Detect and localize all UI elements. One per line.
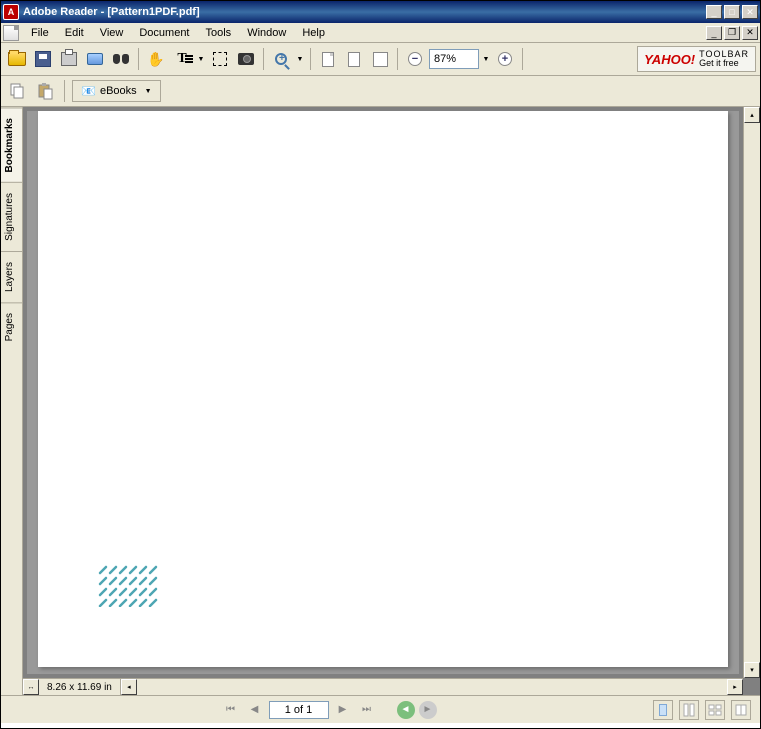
yahoo-logo-icon: YAHOO! <box>644 52 695 67</box>
page-number-input[interactable] <box>269 701 329 719</box>
scroll-down-button[interactable]: ▾ <box>744 662 760 678</box>
menu-document[interactable]: Document <box>131 25 197 41</box>
content-area: Bookmarks Signatures Layers Pages <box>1 107 760 695</box>
close-button[interactable]: ✕ <box>742 5 758 19</box>
dimensions-toggle[interactable]: ↔ <box>23 679 39 695</box>
tab-layers[interactable]: Layers <box>1 251 22 302</box>
open-button[interactable] <box>5 47 29 71</box>
snapshot-button[interactable] <box>234 47 258 71</box>
main-toolbar: ✋ T ▼ ▼ − ▼ + YAHOO! TOOLBAR Get it free <box>1 43 760 76</box>
separator <box>64 80 65 102</box>
copy-to-clipboard-button[interactable] <box>5 79 29 103</box>
back-button[interactable]: ◄ <box>397 701 415 719</box>
facing-view-button[interactable] <box>705 700 725 720</box>
zoom-dropdown[interactable]: ▼ <box>295 56 305 63</box>
fit-width-button[interactable] <box>368 47 392 71</box>
zoom-in-step-button[interactable]: + <box>493 47 517 71</box>
single-page-view-button[interactable] <box>653 700 673 720</box>
text-icon: T <box>177 51 186 67</box>
separator <box>522 48 523 70</box>
last-page-button[interactable]: ⏭ <box>357 700 377 720</box>
menu-edit[interactable]: Edit <box>57 25 92 41</box>
zoom-in-button[interactable] <box>269 47 293 71</box>
text-select-dropdown[interactable]: ▼ <box>196 56 206 63</box>
separator <box>263 48 264 70</box>
title-bar: A Adobe Reader - [Pattern1PDF.pdf] _ □ ✕ <box>1 1 760 23</box>
secondary-toolbar: 📧 eBooks ▼ <box>1 76 760 107</box>
print-button[interactable] <box>57 47 81 71</box>
prev-page-button[interactable]: ◀ <box>245 700 265 720</box>
window-title: Adobe Reader - [Pattern1PDF.pdf] <box>23 6 706 18</box>
app-icon: A <box>3 4 19 20</box>
tab-bookmarks[interactable]: Bookmarks <box>1 107 22 182</box>
continuous-view-button[interactable] <box>679 700 699 720</box>
menu-view[interactable]: View <box>92 25 132 41</box>
horizontal-scrollbar[interactable]: ↔ 8.26 x 11.69 in ◂ ▸ <box>23 678 743 695</box>
menu-file[interactable]: File <box>23 25 57 41</box>
forward-button[interactable]: ► <box>419 701 437 719</box>
vertical-scrollbar[interactable]: ▴ ▾ <box>743 107 760 678</box>
menu-tools[interactable]: Tools <box>198 25 240 41</box>
tab-signatures[interactable]: Signatures <box>1 182 22 251</box>
marquee-select-button[interactable] <box>208 47 232 71</box>
yahoo-tagline: Get it free <box>699 59 749 68</box>
zoom-level-dropdown[interactable]: ▼ <box>481 56 491 63</box>
menu-window[interactable]: Window <box>239 25 294 41</box>
minimize-button[interactable]: _ <box>706 5 722 19</box>
mdi-minimize-button[interactable]: _ <box>706 26 722 40</box>
page-dimensions-label: 8.26 x 11.69 in <box>39 679 121 695</box>
separator <box>310 48 311 70</box>
yahoo-toolbar-promo[interactable]: YAHOO! TOOLBAR Get it free <box>637 46 756 72</box>
scroll-up-button[interactable]: ▴ <box>744 107 760 123</box>
tab-pages[interactable]: Pages <box>1 302 22 351</box>
sidebar-filler <box>1 352 22 695</box>
fit-page-button[interactable] <box>342 47 366 71</box>
menu-bar: File Edit View Document Tools Window Hel… <box>1 23 760 43</box>
document-area: ▴ ▾ ↔ 8.26 x 11.69 in ◂ ▸ <box>23 107 760 695</box>
maximize-button[interactable]: □ <box>724 5 740 19</box>
paste-button[interactable] <box>33 79 57 103</box>
pattern-graphic <box>98 565 162 607</box>
scroll-left-button[interactable]: ◂ <box>121 679 137 695</box>
status-bar: ⏮ ◀ ▶ ⏭ ◄ ► <box>1 695 760 723</box>
search-button[interactable] <box>109 47 133 71</box>
ebooks-label: eBooks <box>100 85 137 97</box>
menu-help[interactable]: Help <box>294 25 333 41</box>
separator <box>138 48 139 70</box>
email-button[interactable] <box>83 47 107 71</box>
actual-size-button[interactable] <box>316 47 340 71</box>
sidebar-tabs: Bookmarks Signatures Layers Pages <box>1 107 23 695</box>
zoom-input[interactable] <box>429 49 479 69</box>
ebooks-button[interactable]: 📧 eBooks ▼ <box>72 80 161 102</box>
hand-tool-button[interactable]: ✋ <box>144 47 168 71</box>
next-page-button[interactable]: ▶ <box>333 700 353 720</box>
chevron-down-icon: ▼ <box>145 88 152 95</box>
mdi-restore-button[interactable]: ❐ <box>724 26 740 40</box>
save-button[interactable] <box>31 47 55 71</box>
ebooks-icon: 📧 <box>81 84 96 98</box>
first-page-button[interactable]: ⏮ <box>221 700 241 720</box>
continuous-facing-view-button[interactable] <box>731 700 751 720</box>
mdi-close-button[interactable]: ✕ <box>742 26 758 40</box>
hand-icon: ✋ <box>147 51 164 68</box>
zoom-out-button[interactable]: − <box>403 47 427 71</box>
scroll-right-button[interactable]: ▸ <box>727 679 743 695</box>
text-select-button[interactable]: T <box>170 47 194 71</box>
page-canvas[interactable] <box>27 111 739 674</box>
document-icon[interactable] <box>3 25 19 41</box>
separator <box>397 48 398 70</box>
pdf-page <box>38 111 728 667</box>
